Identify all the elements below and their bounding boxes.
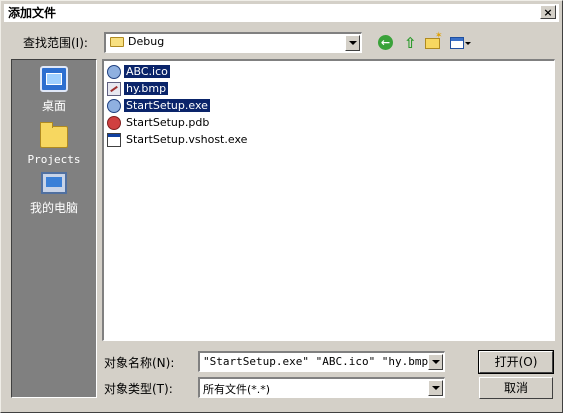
add-file-dialog: 添加文件 × 查找范围(I): Debug ← ⇧ ✶ 桌面 Projects	[0, 0, 563, 413]
up-folder-button[interactable]: ⇧	[400, 34, 418, 52]
new-folder-button[interactable]: ✶	[424, 31, 443, 52]
computer-icon	[41, 172, 67, 194]
file-name: StartSetup.exe	[124, 99, 210, 112]
filename-combo[interactable]: "StartSetup.exe" "ABC.ico" "hy.bmp"	[198, 351, 445, 372]
lookin-label: 查找范围(I):	[23, 36, 88, 50]
back-arrow-icon: ←	[378, 35, 393, 50]
file-item-hy-bmp[interactable]: hy.bmp	[106, 81, 169, 97]
file-name: StartSetup.pdb	[126, 116, 210, 129]
title-bar: 添加文件 ×	[4, 4, 559, 22]
globe-file-icon	[107, 99, 121, 113]
place-label: 桌面	[41, 99, 66, 113]
file-item-startsetup-vshost-exe[interactable]: StartSetup.vshost.exe	[106, 132, 249, 148]
place-label: 我的电脑	[29, 201, 78, 215]
window-file-icon	[107, 133, 121, 147]
place-my-computer[interactable]: 我的电脑	[12, 172, 96, 216]
file-item-startsetup-exe[interactable]: StartSetup.exe	[106, 98, 210, 114]
place-projects[interactable]: Projects	[12, 122, 96, 166]
filetype-label: 对象类型(T):	[104, 382, 173, 396]
file-item-startsetup-pdb[interactable]: StartSetup.pdb	[106, 115, 211, 131]
lookin-combo[interactable]: Debug	[104, 32, 362, 53]
places-bar: 桌面 Projects 我的电脑	[11, 59, 97, 398]
close-icon: ×	[543, 6, 553, 19]
pdb-file-icon	[107, 116, 121, 130]
file-name: ABC.ico	[124, 65, 170, 78]
lookin-value: Debug	[128, 35, 165, 48]
chevron-down-icon	[465, 42, 471, 45]
place-label: Projects	[27, 153, 81, 166]
back-button[interactable]: ←	[377, 34, 395, 52]
place-desktop[interactable]: 桌面	[12, 66, 96, 114]
chevron-down-icon[interactable]	[428, 354, 443, 370]
open-button[interactable]: 打开(O)	[478, 350, 554, 374]
folder-icon	[110, 37, 124, 47]
file-item-abc-ico[interactable]: ABC.ico	[106, 64, 170, 80]
file-list[interactable]: ABC.ico hy.bmp StartSetup.exe StartSetup…	[102, 59, 555, 341]
globe-file-icon	[107, 65, 121, 79]
file-name: StartSetup.vshost.exe	[126, 133, 248, 146]
close-button[interactable]: ×	[540, 5, 556, 19]
views-menu-button[interactable]	[449, 34, 473, 52]
filetype-select[interactable]: 所有文件(*.*)	[198, 377, 445, 398]
bitmap-file-icon	[107, 82, 121, 96]
chevron-down-icon[interactable]	[428, 380, 443, 396]
filetype-value: 所有文件(*.*)	[203, 383, 271, 396]
folder-icon	[40, 122, 68, 148]
views-icon	[450, 37, 464, 49]
up-folder-icon: ⇧	[404, 34, 417, 52]
new-folder-star-icon: ✶	[435, 31, 443, 41]
chevron-down-icon[interactable]	[345, 35, 360, 51]
filename-input[interactable]: "StartSetup.exe" "ABC.ico" "hy.bmp"	[203, 355, 435, 368]
desktop-icon	[40, 66, 68, 92]
dialog-title: 添加文件	[8, 6, 57, 20]
cancel-button[interactable]: 取消	[479, 377, 553, 399]
filename-label: 对象名称(N):	[104, 356, 175, 370]
file-name: hy.bmp	[124, 82, 169, 95]
